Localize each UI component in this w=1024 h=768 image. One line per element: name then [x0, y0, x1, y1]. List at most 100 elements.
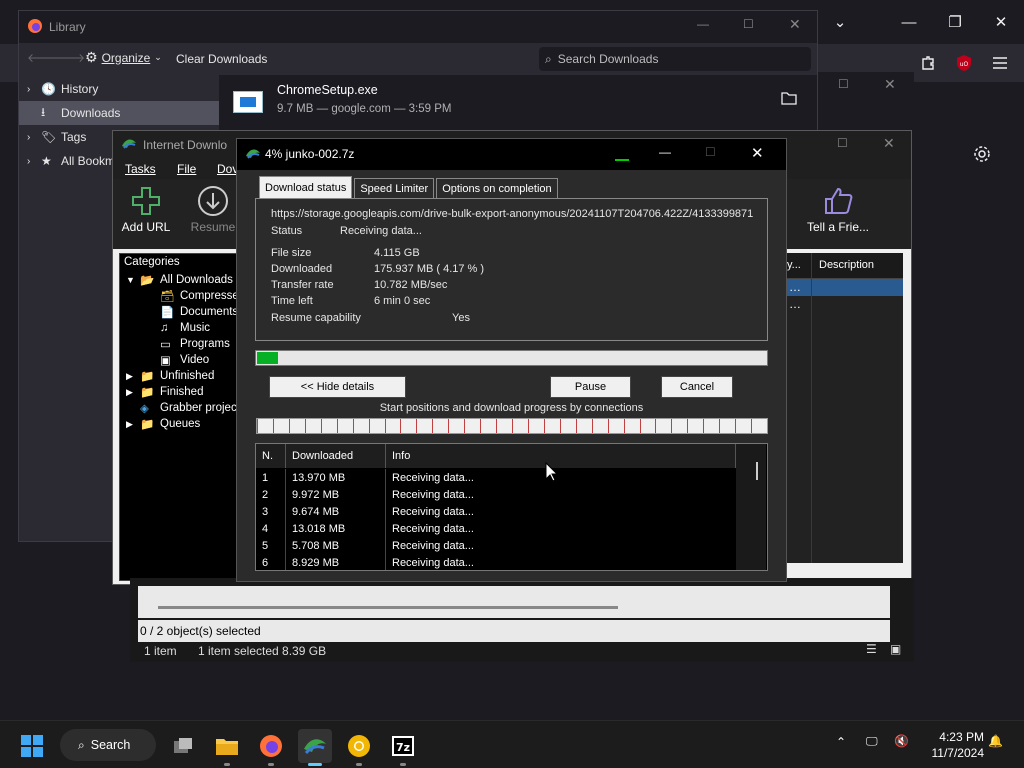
organize-button[interactable]: ⚙ Organize ⌄ — [85, 49, 162, 66]
cell-info: Receiving data... — [392, 556, 474, 569]
progress-fill — [257, 352, 278, 364]
table-row[interactable]: 6 8.929 MB Receiving data... — [256, 554, 736, 570]
vertical-scrollbar[interactable] — [736, 444, 766, 570]
cell-info: Receiving data... — [392, 539, 474, 552]
tiles-view-icon[interactable]: ▣ — [890, 642, 901, 656]
download-meta: 9.7 MB — google.com — 3:59 PM — [277, 103, 452, 115]
idm-button[interactable] — [298, 729, 332, 766]
add-url-label: Add URL — [121, 220, 171, 234]
video-icon: ▣ — [160, 355, 171, 367]
program-icon: ▭ — [160, 339, 171, 351]
category-finished[interactable]: ▶ 📁 Finished — [126, 384, 203, 400]
firefox-button[interactable] — [254, 729, 288, 766]
tab-speed-limiter[interactable]: Speed Limiter — [354, 178, 435, 198]
cell-downloaded: 13.970 MB — [286, 469, 386, 486]
selection-status: 0 / 2 object(s) selected — [140, 624, 261, 638]
table-row[interactable]: 2 9.972 MB Receiving data... — [256, 486, 736, 503]
column-header-n[interactable]: N. — [256, 444, 286, 468]
category-compressed[interactable]: 🗃 Compresse — [160, 288, 239, 304]
firefox-close-button[interactable]: ✕ — [978, 0, 1024, 44]
connections-label: Start positions and download progress by… — [379, 402, 644, 414]
dialog-close-button[interactable]: ✕ — [751, 144, 764, 162]
menu-icon[interactable] — [986, 49, 1014, 77]
download-item[interactable]: ChromeSetup.exe 9.7 MB — google.com — 3:… — [219, 75, 817, 125]
category-music[interactable]: ♫ Music — [160, 320, 210, 336]
sidebar-label: History — [61, 82, 99, 96]
list-row-selected[interactable]: … — [773, 279, 903, 296]
firefox-restore-button[interactable]: ❐ — [932, 0, 978, 44]
menu-tasks[interactable]: Tasks — [125, 162, 156, 176]
library-minimize-button[interactable]: — — [697, 17, 709, 31]
maximize-button[interactable]: ☐ — [838, 77, 849, 91]
dialog-minimize-button[interactable]: — — [659, 145, 671, 159]
cancel-button[interactable]: Cancel — [661, 376, 733, 398]
extensions-icon[interactable] — [914, 49, 942, 77]
status-value: Receiving data... — [340, 225, 422, 237]
firefox-chevron-icon[interactable]: ⌄ — [817, 0, 863, 44]
category-all-downloads[interactable]: ▼ 📂 All Downloads — [126, 272, 233, 288]
sidebar-item-history[interactable]: › 🕓 History — [19, 77, 219, 101]
cell-downloaded: 9.972 MB — [286, 486, 386, 503]
idm-title: Internet Downlo — [143, 138, 228, 152]
windows-icon — [21, 735, 43, 757]
tab-options-on-completion[interactable]: Options on completion — [436, 178, 558, 198]
table-row[interactable]: 3 9.674 MB Receiving data... — [256, 503, 736, 520]
table-row[interactable]: 5 5.708 MB Receiving data... — [256, 537, 736, 554]
category-programs[interactable]: ▭ Programs — [160, 336, 230, 352]
category-queues[interactable]: ▶ 📁 Queues — [126, 416, 200, 432]
list-row[interactable]: … — [773, 296, 903, 313]
volume-muted-icon[interactable]: 🔇 — [894, 734, 909, 748]
ublock-icon[interactable]: uO — [950, 49, 978, 77]
search-downloads-input[interactable]: ⌕ Search Downloads — [539, 47, 811, 71]
clock[interactable]: 4:23 PM 11/7/2024 — [920, 729, 985, 761]
show-hidden-icons-chevron-icon[interactable]: ⌃ — [836, 735, 846, 749]
sidebar-item-downloads[interactable]: ⭳ Downloads — [19, 101, 219, 125]
menu-file[interactable]: File — [177, 162, 196, 176]
firefox-minimize-button[interactable]: — — [886, 0, 932, 44]
pause-button[interactable]: Pause — [550, 376, 631, 398]
cell-downloaded: 9.674 MB — [286, 503, 386, 520]
gear-icon[interactable] — [968, 140, 996, 168]
tab-download-status[interactable]: Download status — [259, 176, 353, 198]
idm-close-button[interactable]: ✕ — [883, 135, 895, 152]
start-button[interactable] — [15, 729, 49, 763]
column-header-prev[interactable]: y... — [787, 259, 801, 271]
column-header-description[interactable]: Description — [819, 259, 874, 271]
folder-icon[interactable] — [781, 91, 797, 108]
library-close-button[interactable]: ✕ — [789, 16, 801, 33]
connection-segment — [560, 419, 561, 433]
resume-button[interactable]: Resume — [189, 185, 237, 245]
connection-segment — [735, 419, 736, 433]
connection-segment — [448, 419, 449, 433]
connection-segment — [703, 419, 704, 433]
table-row[interactable]: 4 13.018 MB Receiving data... — [256, 520, 736, 537]
taskbar-search[interactable]: ⌕ Search — [60, 729, 156, 761]
close-button[interactable]: ✕ — [884, 76, 896, 93]
table-row[interactable]: 1 13.970 MB Receiving data... — [256, 469, 736, 486]
tell-a-friend-button[interactable]: Tell a Frie... — [803, 185, 873, 245]
idm-maximize-button[interactable]: ☐ — [837, 136, 848, 150]
column-header-info[interactable]: Info — [386, 444, 736, 468]
category-grabber[interactable]: ◈ Grabber projec — [140, 400, 237, 416]
forward-arrow-icon[interactable]: 🡒 — [53, 50, 85, 65]
7zip-button[interactable]: 7z — [386, 729, 420, 766]
hide-details-button[interactable]: << Hide details — [269, 376, 406, 398]
sidebar-label: Tags — [61, 130, 87, 144]
add-url-button[interactable]: Add URL — [121, 185, 171, 245]
connection-segment — [480, 419, 481, 433]
network-icon[interactable]: 🖵 — [866, 734, 878, 749]
library-maximize-button[interactable]: ☐ — [743, 17, 754, 31]
connections-table-header: N. Downloaded Info — [256, 444, 736, 468]
task-view-button[interactable] — [166, 729, 200, 763]
notification-bell-icon[interactable]: 🔔 — [988, 734, 1003, 748]
category-documents[interactable]: 📄 Documents — [160, 304, 238, 320]
horizontal-scrollbar[interactable] — [158, 606, 618, 609]
details-view-icon[interactable]: ☰ — [866, 642, 877, 656]
clear-downloads-button[interactable]: Clear Downloads — [176, 52, 267, 66]
chevron-down-icon: ⌄ — [154, 52, 162, 62]
category-video[interactable]: ▣ Video — [160, 352, 209, 368]
column-header-downloaded[interactable]: Downloaded — [286, 444, 386, 468]
category-unfinished[interactable]: ▶ 📁 Unfinished — [126, 368, 214, 384]
file-explorer-button[interactable] — [210, 729, 244, 766]
chrome-canary-button[interactable] — [342, 729, 376, 766]
